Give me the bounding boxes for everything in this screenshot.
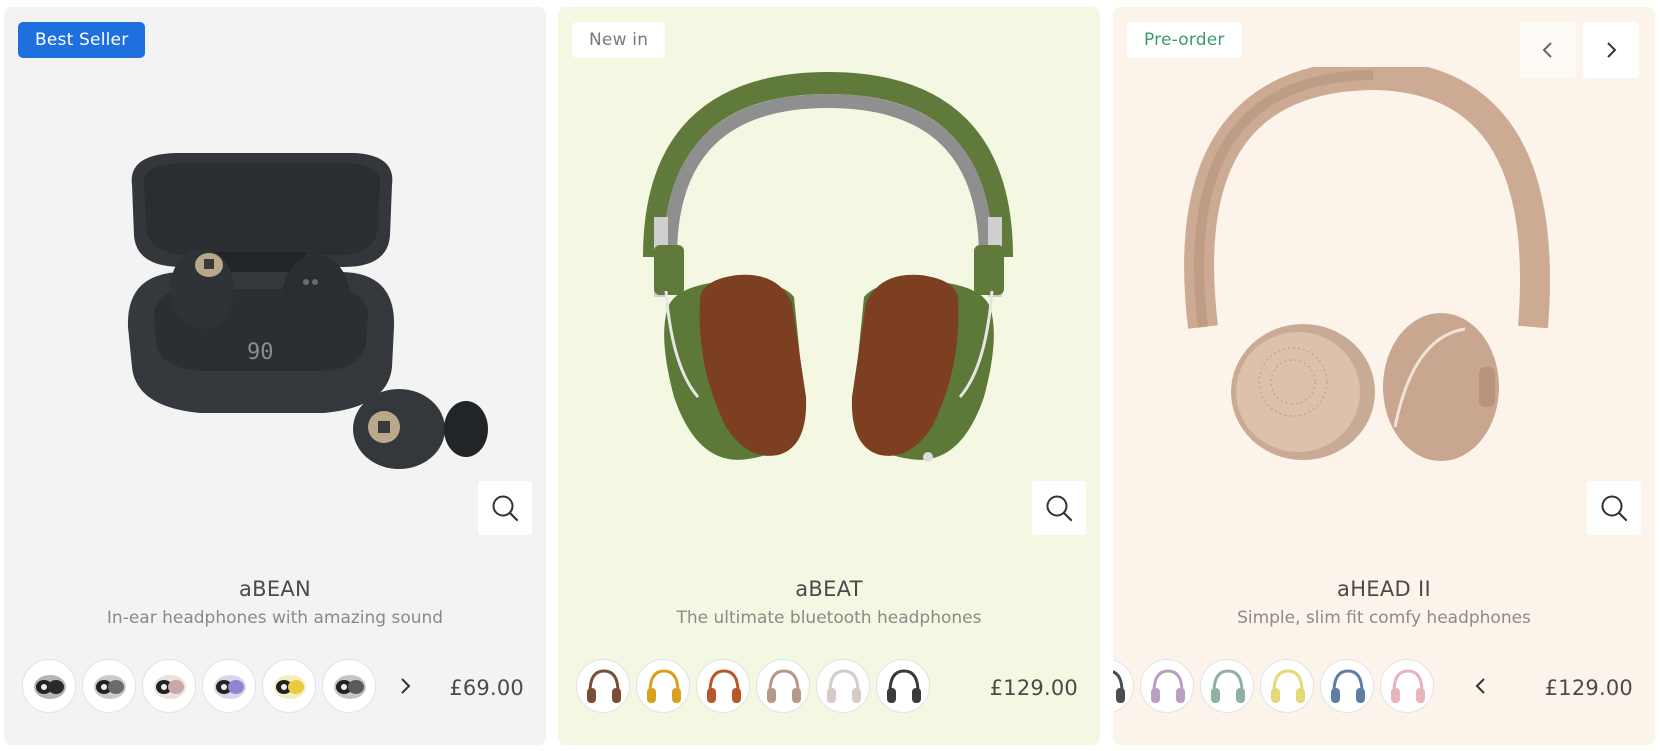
- headphones-icon: [887, 669, 921, 703]
- color-swatch[interactable]: [82, 659, 136, 713]
- headphones-icon: [707, 669, 741, 703]
- product-price: £129.00: [989, 676, 1078, 700]
- new-in-badge: New in: [572, 22, 666, 58]
- swatch-next-arrow[interactable]: [393, 674, 417, 698]
- color-swatches: [576, 659, 936, 715]
- zoom-button[interactable]: [1587, 481, 1641, 535]
- magnifier-icon: [492, 495, 519, 522]
- color-swatches: [22, 659, 380, 715]
- color-swatch[interactable]: [1140, 659, 1194, 713]
- magnifier-icon: [1601, 495, 1628, 522]
- product-price: £69.00: [449, 676, 524, 700]
- product-title[interactable]: aBEAT: [558, 577, 1100, 601]
- headphones-icon: [767, 669, 801, 703]
- color-swatch[interactable]: [142, 659, 196, 713]
- product-card-abean[interactable]: Best Seller 90 aBEAN In-ear headphones w…: [4, 7, 546, 745]
- zoom-button[interactable]: [478, 481, 532, 535]
- earbuds-icon: [154, 675, 186, 699]
- earbuds-icon: [34, 675, 66, 699]
- product-subtitle: In-ear headphones with amazing sound: [106, 608, 444, 628]
- chevron-left-icon: [1542, 42, 1552, 58]
- pre-order-badge: Pre-order: [1127, 22, 1242, 58]
- product-price: £129.00: [1544, 676, 1633, 700]
- chevron-right-icon: [401, 678, 411, 694]
- chevron-left-icon: [1475, 678, 1485, 694]
- product-image-abean[interactable]: 90: [4, 67, 546, 527]
- product-image-ahead-ii[interactable]: [1113, 67, 1655, 527]
- product-card-abeat[interactable]: New in aBEAT The ultimate bluetooth head…: [558, 7, 1100, 745]
- product-card-ahead-ii[interactable]: Pre-order aHEAD II Simple, slim fit comf…: [1113, 7, 1655, 745]
- headphones-icon: [1113, 670, 1125, 703]
- earbuds-icon: [274, 675, 306, 699]
- color-swatch[interactable]: [1320, 659, 1374, 713]
- magnifier-icon: [1046, 495, 1073, 522]
- headphones-icon: [1391, 669, 1425, 703]
- headphones-icon: [647, 669, 681, 703]
- product-subtitle: The ultimate bluetooth headphones: [676, 608, 982, 628]
- color-swatch[interactable]: [1200, 659, 1254, 713]
- color-swatches: [1113, 659, 1465, 715]
- earbuds-icon: [334, 675, 366, 699]
- color-swatch[interactable]: [22, 659, 76, 713]
- swatch-prev-arrow[interactable]: [1469, 674, 1493, 698]
- color-swatch[interactable]: [816, 659, 870, 713]
- headphones-icon: [1211, 669, 1245, 703]
- best-seller-badge: Best Seller: [18, 22, 146, 58]
- headphones-icon: [1331, 669, 1365, 703]
- product-image-abeat[interactable]: [558, 67, 1100, 527]
- color-swatch[interactable]: [696, 659, 750, 713]
- headphones-icon: [827, 669, 861, 703]
- color-swatch[interactable]: [262, 659, 316, 713]
- headphones-icon: [587, 669, 621, 703]
- color-swatch[interactable]: [202, 659, 256, 713]
- headphones-icon: [1271, 669, 1305, 703]
- color-swatch[interactable]: [1113, 659, 1134, 713]
- color-swatch[interactable]: [1260, 659, 1314, 713]
- product-title[interactable]: aBEAN: [4, 577, 546, 601]
- color-swatch[interactable]: [756, 659, 810, 713]
- product-subtitle: Simple, slim fit comfy headphones: [1237, 608, 1531, 628]
- color-swatch[interactable]: [1380, 659, 1434, 713]
- color-swatch[interactable]: [876, 659, 930, 713]
- product-title[interactable]: aHEAD II: [1113, 577, 1655, 601]
- chevron-right-icon: [1607, 42, 1617, 58]
- earbuds-icon: [214, 675, 246, 699]
- headphones-icon: [1151, 669, 1185, 703]
- color-swatch[interactable]: [576, 659, 630, 713]
- zoom-button[interactable]: [1032, 481, 1086, 535]
- earbuds-icon: [94, 675, 126, 699]
- color-swatch[interactable]: [636, 659, 690, 713]
- svg-text:90: 90: [247, 340, 274, 365]
- color-swatch[interactable]: [322, 659, 376, 713]
